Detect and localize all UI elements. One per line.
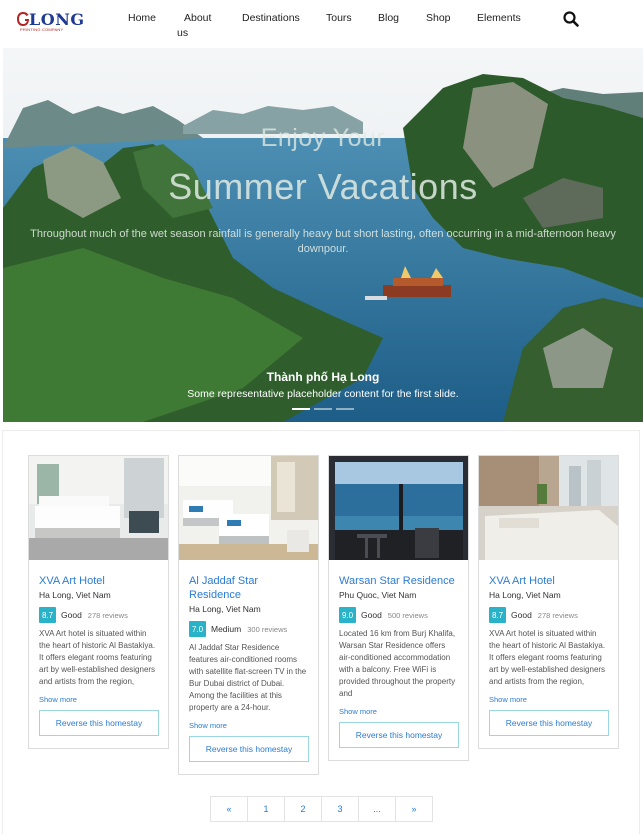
hotel-card: Warsan Star Residence Phu Quoc, Viet Nam… (328, 455, 469, 761)
hotel-location: Ha Long, Viet Nam (39, 590, 111, 600)
slide-caption-text: Some representative placeholder content … (187, 388, 459, 400)
pagination-next[interactable]: » (395, 796, 433, 822)
score-badge: 7.0 (189, 621, 206, 637)
hotel-card: XVA Art Hotel Ha Long, Viet Nam 8.7 Good… (28, 455, 169, 749)
hotel-photo[interactable] (29, 456, 168, 560)
nav-destinations[interactable]: Destinations (242, 12, 300, 24)
search-icon[interactable] (562, 10, 580, 28)
reserve-button[interactable]: Reverse this homestay (189, 736, 309, 762)
show-more-link[interactable]: Show more (339, 707, 458, 716)
rating-label: Good (361, 610, 382, 620)
hotel-description: XVA Art hotel is situated within the hea… (39, 629, 156, 686)
hero-kicker: Enjoy Your (260, 124, 386, 152)
nav-tours[interactable]: Tours (326, 12, 352, 24)
hero-title: Summer Vacations (168, 166, 478, 207)
nav-elements[interactable]: Elements (477, 12, 521, 24)
hotel-description: Located 16 km from Burj Khalifa, Warsan … (339, 629, 456, 698)
pagination-page-1[interactable]: 1 (247, 796, 285, 822)
carousel-indicator-2[interactable] (314, 408, 332, 410)
hotel-card: XVA Art Hotel Ha Long, Viet Nam 8.7 Good… (478, 455, 619, 749)
nav-blog[interactable]: Blog (378, 12, 399, 24)
logo[interactable]: LONG PRINTING COMPANY (16, 10, 84, 32)
hotel-description: Al Jaddaf Star Residence features air-co… (189, 643, 307, 712)
carousel-indicator-1[interactable] (292, 408, 310, 410)
rating-label: Good (511, 610, 532, 620)
carousel-indicator-3[interactable] (336, 408, 354, 410)
hotel-card: Al Jaddaf Star Residence Ha Long, Viet N… (178, 455, 319, 775)
hotel-photo[interactable] (479, 456, 618, 560)
logo-mark-icon (17, 12, 29, 26)
rating-label: Medium (211, 624, 242, 634)
hotel-name-link[interactable]: Warsan Star Residence (339, 574, 458, 588)
pagination-page-2[interactable]: 2 (284, 796, 322, 822)
reserve-button[interactable]: Reverse this homestay (39, 710, 159, 736)
hero-carousel[interactable]: Enjoy Your Summer Vacations Throughout m… (3, 48, 643, 422)
show-more-link[interactable]: Show more (189, 721, 308, 730)
hotel-location: Ha Long, Viet Nam (489, 590, 561, 600)
hotel-description: XVA Art hotel is situated within the hea… (489, 629, 606, 686)
top-navbar: LONG PRINTING COMPANY Home About us Dest… (0, 0, 643, 48)
nav-home[interactable]: Home (128, 12, 156, 24)
show-more-link[interactable]: Show more (489, 695, 608, 704)
pagination-prev[interactable]: « (210, 796, 248, 822)
hotel-name-link[interactable]: XVA Art Hotel (489, 574, 608, 588)
nav-shop[interactable]: Shop (426, 12, 451, 24)
score-badge: 9.0 (339, 607, 356, 623)
pagination-page-3[interactable]: 3 (321, 796, 359, 822)
rating-label: Good (61, 610, 82, 620)
score-badge: 8.7 (489, 607, 506, 623)
show-more-link[interactable]: Show more (39, 695, 158, 704)
review-count: 300 reviews (247, 624, 288, 634)
review-count: 500 reviews (387, 610, 428, 620)
logo-subtext: PRINTING COMPANY (20, 27, 64, 32)
reserve-button[interactable]: Reverse this homestay (339, 722, 459, 748)
review-count: 278 reviews (87, 610, 128, 620)
pagination: « 1 2 3 ... » (210, 796, 433, 822)
review-count: 278 reviews (537, 610, 578, 620)
hotel-name-link[interactable]: Al Jaddaf Star Residence (189, 574, 308, 602)
reserve-button[interactable]: Reverse this homestay (489, 710, 609, 736)
hotel-photo[interactable] (329, 456, 468, 560)
nav-about-us[interactable]: About us (177, 11, 217, 41)
pagination-ellipsis[interactable]: ... (358, 796, 396, 822)
hero-description: Throughout much of the wet season rainfa… (30, 228, 616, 255)
carousel-indicators (292, 408, 354, 410)
hotel-name-link[interactable]: XVA Art Hotel (39, 574, 158, 588)
hotel-location: Ha Long, Viet Nam (189, 604, 261, 614)
slide-caption-title: Thành phố Hạ Long (266, 370, 380, 384)
score-badge: 8.7 (39, 607, 56, 623)
hotel-photo[interactable] (179, 456, 318, 560)
hotel-location: Phu Quoc, Viet Nam (339, 590, 417, 600)
